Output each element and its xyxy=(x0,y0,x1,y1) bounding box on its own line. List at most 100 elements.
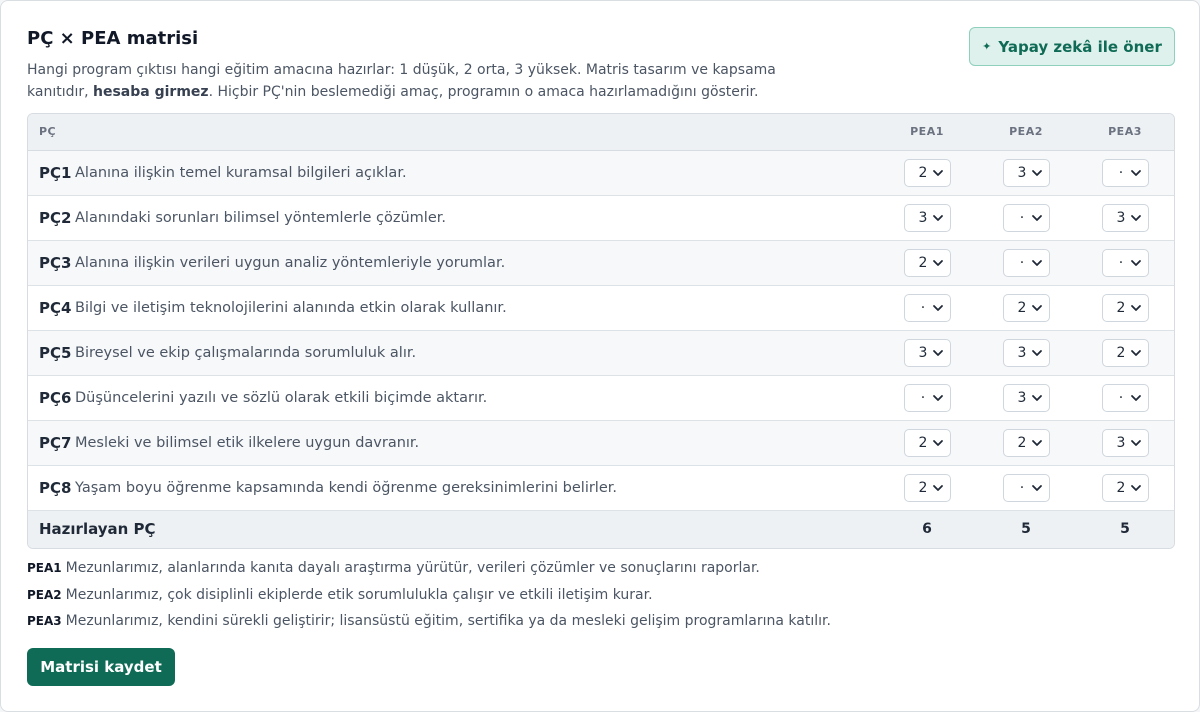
level-select-pea1[interactable]: · xyxy=(904,384,951,412)
pc-code: PÇ4 xyxy=(39,299,72,317)
level-select-pea1[interactable]: 2 xyxy=(904,474,951,502)
table-row: PÇ3 Alanına ilişkin verileri uygun analiz… xyxy=(28,241,1174,286)
level-select-pea1[interactable]: · xyxy=(904,294,951,322)
pc-description: Alanına ilişkin temel kuramsal bilgileri… xyxy=(75,165,407,181)
level-value: 2 xyxy=(918,435,928,451)
chevron-down-icon xyxy=(1131,440,1141,446)
level-select-pea1[interactable]: 2 xyxy=(904,429,951,457)
chevron-down-icon xyxy=(933,350,943,356)
page-title: PÇ × PEA matrisi xyxy=(27,28,199,49)
total-pea2: 5 xyxy=(1021,521,1031,537)
page-description: Hangi program çıktısı hangi eğitim amacı… xyxy=(27,59,807,103)
chevron-down-icon xyxy=(1032,215,1042,221)
chevron-down-icon xyxy=(933,215,943,221)
level-select-pea3[interactable]: · xyxy=(1102,249,1149,277)
chevron-down-icon xyxy=(1131,305,1141,311)
level-value: 3 xyxy=(1017,345,1027,361)
pc-description: Mesleki ve bilimsel etik ilkelere uygun … xyxy=(75,435,420,451)
level-value: 2 xyxy=(1017,300,1027,316)
level-value: · xyxy=(1019,255,1025,271)
level-select-pea3[interactable]: · xyxy=(1102,159,1149,187)
level-select-pea2[interactable]: 2 xyxy=(1003,429,1050,457)
level-value: 3 xyxy=(1116,210,1126,226)
level-value: 2 xyxy=(918,480,928,496)
matrix-table: PÇ PEA1 PEA2 PEA3 PÇ1 Alanına ilişkin tem… xyxy=(27,113,1175,549)
level-select-pea2[interactable]: 3 xyxy=(1003,159,1050,187)
pc-description: Düşüncelerini yazılı ve sözlü olarak etk… xyxy=(75,390,488,406)
level-value: · xyxy=(1118,390,1124,406)
pc-code: PÇ8 xyxy=(39,479,72,497)
level-select-pea3[interactable]: 2 xyxy=(1102,339,1149,367)
pea-definition: PEA1 Mezunlarımız, alanlarında kanıta day… xyxy=(27,560,831,587)
total-pea1: 6 xyxy=(922,521,932,537)
pc-code: PÇ3 xyxy=(39,254,72,272)
table-row: PÇ5 Bireysel ve ekip çalışmalarında sorum… xyxy=(28,331,1174,376)
pea-definition-key: PEA3 xyxy=(27,614,62,628)
level-value: 3 xyxy=(1116,435,1126,451)
level-select-pea1[interactable]: 3 xyxy=(904,204,951,232)
table-footer: Hazırlayan PÇ 6 5 5 xyxy=(28,511,1174,548)
level-select-pea1[interactable]: 2 xyxy=(904,249,951,277)
level-select-pea2[interactable]: · xyxy=(1003,474,1050,502)
chevron-down-icon xyxy=(933,485,943,491)
pc-code: PÇ7 xyxy=(39,434,72,452)
chevron-down-icon xyxy=(1032,440,1042,446)
table-header: PÇ PEA1 PEA2 PEA3 xyxy=(28,114,1174,151)
level-value: · xyxy=(1118,165,1124,181)
chevron-down-icon xyxy=(933,440,943,446)
level-value: 3 xyxy=(1017,165,1027,181)
level-select-pea1[interactable]: 2 xyxy=(904,159,951,187)
chevron-down-icon xyxy=(1032,170,1042,176)
footer-label: Hazırlayan PÇ xyxy=(39,520,156,538)
pea-definition-key: PEA2 xyxy=(27,587,62,602)
level-value: 2 xyxy=(918,255,928,271)
pc-description: Bilgi ve iletişim teknolojilerini alanın… xyxy=(75,300,507,316)
pc-code: PÇ2 xyxy=(39,209,72,227)
level-value: 2 xyxy=(1116,480,1126,496)
ai-suggest-button[interactable]: ✦ Yapay zekâ ile öner xyxy=(969,27,1175,66)
level-value: 3 xyxy=(918,210,928,226)
chevron-down-icon xyxy=(1032,260,1042,266)
level-select-pea2[interactable]: 3 xyxy=(1003,339,1050,367)
pc-description: Alanına ilişkin verileri uygun analiz yö… xyxy=(75,255,506,271)
table-row: PÇ2 Alanındaki sorunları bilimsel yönteml… xyxy=(28,196,1174,241)
matrix-card: PÇ × PEA matrisi Hangi program çıktısı h… xyxy=(0,0,1200,712)
description-text-2: . Hiçbir PÇ'nin beslemediği amaç, progra… xyxy=(208,84,759,100)
level-value: · xyxy=(1019,210,1025,226)
table-body: PÇ1 Alanına ilişkin temel kuramsal bilgil… xyxy=(28,151,1174,511)
column-header-pea3: PEA3 xyxy=(1108,125,1142,138)
level-select-pea1[interactable]: 3 xyxy=(904,339,951,367)
description-bold: hesaba girmez xyxy=(93,84,209,100)
pc-description: Yaşam boyu öğrenme kapsamında kendi öğre… xyxy=(75,480,618,496)
level-select-pea2[interactable]: 2 xyxy=(1003,294,1050,322)
pc-code: PÇ6 xyxy=(39,389,72,407)
column-header-pea1: PEA1 xyxy=(910,125,944,138)
pc-code: PÇ1 xyxy=(39,164,72,182)
level-value: 3 xyxy=(1017,390,1027,406)
level-select-pea3[interactable]: 3 xyxy=(1102,204,1149,232)
pea-definition-text: Mezunlarımız, alanlarında kanıta dayalı … xyxy=(65,560,760,576)
level-select-pea2[interactable]: · xyxy=(1003,204,1050,232)
save-matrix-button[interactable]: Matrisi kaydet xyxy=(27,648,175,686)
level-select-pea3[interactable]: 3 xyxy=(1102,429,1149,457)
chevron-down-icon xyxy=(1131,260,1141,266)
level-value: 2 xyxy=(918,165,928,181)
pea-definition-key: PEA1 xyxy=(27,561,62,575)
chevron-down-icon xyxy=(1032,305,1042,311)
chevron-down-icon xyxy=(933,170,943,176)
level-select-pea2[interactable]: 3 xyxy=(1003,384,1050,412)
total-pea3: 5 xyxy=(1120,521,1130,537)
column-header-pea2: PEA2 xyxy=(1009,125,1043,138)
pea-definitions: PEA1 Mezunlarımız, alanlarında kanıta day… xyxy=(27,560,831,640)
pea-definition-text: Mezunlarımız, kendini sürekli geliştirir… xyxy=(65,613,831,629)
chevron-down-icon xyxy=(933,395,943,401)
level-select-pea3[interactable]: 2 xyxy=(1102,294,1149,322)
level-select-pea3[interactable]: 2 xyxy=(1102,474,1149,502)
level-value: · xyxy=(1019,480,1025,496)
pea-definition: PEA2 Mezunlarımız, çok disiplinli ekipler… xyxy=(27,587,831,614)
level-select-pea2[interactable]: · xyxy=(1003,249,1050,277)
level-value: 3 xyxy=(918,345,928,361)
table-row: PÇ7 Mesleki ve bilimsel etik ilkelere uyg… xyxy=(28,421,1174,466)
level-value: · xyxy=(920,300,926,316)
level-select-pea3[interactable]: · xyxy=(1102,384,1149,412)
